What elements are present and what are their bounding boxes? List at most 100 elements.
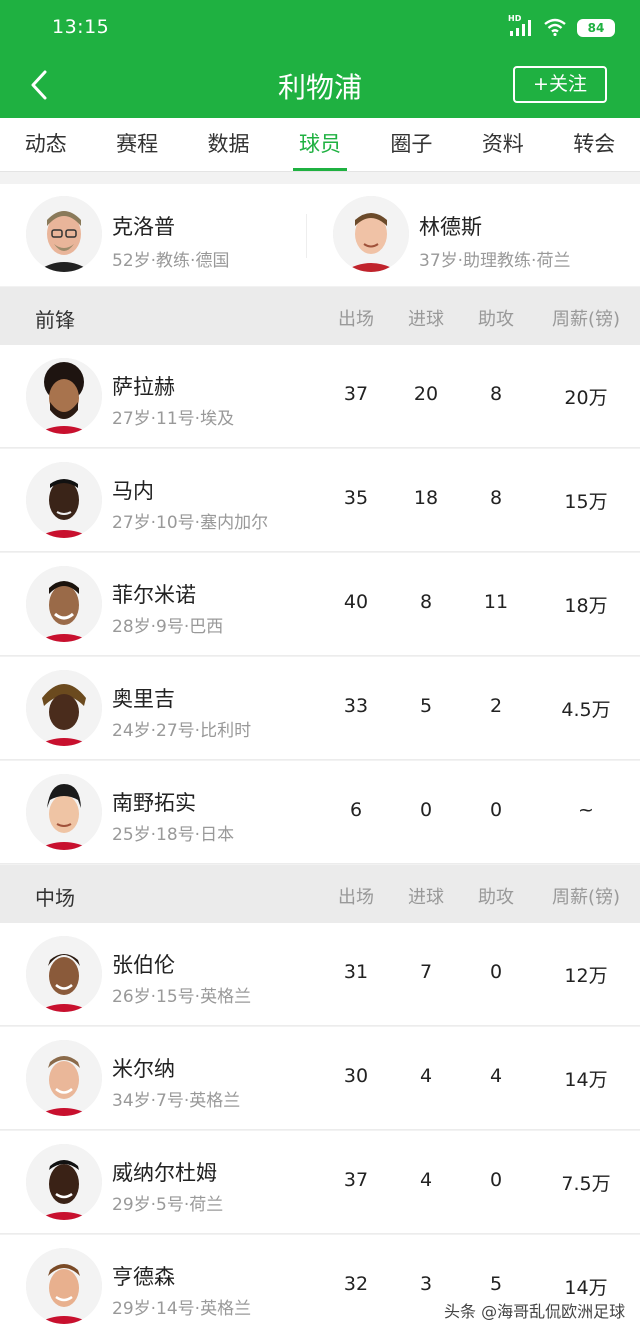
avatar (333, 196, 409, 272)
player-meta: 25岁·18号·日本 (112, 825, 235, 845)
apps-value: 37 (343, 383, 369, 405)
wage-value: 14万 (564, 1277, 608, 1299)
player-row[interactable]: 菲尔米诺 28岁·9号·巴西 40 8 11 18万 (0, 553, 640, 656)
wage-value: 4.5万 (561, 699, 611, 721)
tab-schedule[interactable]: 赛程 (91, 118, 182, 171)
goals-value: 5 (419, 695, 433, 717)
player-name: 亨德森 (112, 1265, 175, 1289)
column-assists: 助攻 (478, 887, 514, 908)
staff-meta: 37岁·助理教练·荷兰 (419, 251, 571, 271)
wage-value: 20万 (564, 387, 608, 409)
column-apps: 出场 (338, 309, 374, 330)
watermark: 头条 @海哥乱侃欧洲足球 (444, 1302, 626, 1321)
assists-value: 0 (489, 1169, 503, 1191)
apps-value: 32 (343, 1273, 369, 1295)
player-meta: 29岁·14号·英格兰 (112, 1299, 252, 1319)
player-name: 米尔纳 (112, 1057, 175, 1081)
apps-value: 33 (343, 695, 369, 717)
goals-value: 20 (413, 383, 439, 405)
player-row[interactable]: 萨拉赫 27岁·11号·埃及 37 20 8 20万 (0, 345, 640, 448)
follow-button[interactable]: +关注 (513, 66, 607, 103)
avatar (26, 670, 102, 746)
player-name: 奥里吉 (112, 687, 175, 711)
player-meta: 26岁·15号·英格兰 (112, 987, 252, 1007)
column-apps: 出场 (338, 887, 374, 908)
avatar (26, 936, 102, 1012)
avatar (26, 774, 102, 850)
assists-value: 2 (489, 695, 503, 717)
player-meta: 29岁·5号·荷兰 (112, 1195, 224, 1215)
tab-transfers[interactable]: 转会 (549, 118, 640, 171)
goals-value: 3 (419, 1273, 433, 1295)
player-meta: 27岁·11号·埃及 (112, 409, 235, 429)
player-row[interactable]: 米尔纳 34岁·7号·英格兰 30 4 4 14万 (0, 1027, 640, 1130)
player-name: 南野拓实 (112, 791, 196, 815)
wage-value: 7.5万 (561, 1173, 611, 1195)
column-wage: 周薪(镑) (551, 309, 621, 330)
apps-value: 30 (343, 1065, 369, 1087)
tab-news[interactable]: 动态 (0, 118, 91, 171)
player-meta: 28岁·9号·巴西 (112, 617, 224, 637)
player-name: 张伯伦 (112, 953, 175, 977)
tab-stats[interactable]: 数据 (183, 118, 274, 171)
player-row[interactable]: 南野拓实 25岁·18号·日本 6 0 0 ~ (0, 761, 640, 864)
player-row[interactable]: 张伯伦 26岁·15号·英格兰 31 7 0 12万 (0, 923, 640, 1026)
section-header-midfielders: 中场 出场 进球 助攻 周薪(镑) (0, 865, 640, 923)
goals-value: 0 (419, 799, 433, 821)
assists-value: 0 (489, 799, 503, 821)
goals-value: 7 (419, 961, 433, 983)
player-name: 马内 (112, 479, 154, 503)
section-title: 中场 (35, 886, 75, 910)
apps-value: 35 (343, 487, 369, 509)
section-title: 前锋 (35, 308, 75, 332)
status-bar: 13:15 HD 84 (0, 0, 640, 58)
column-wage: 周薪(镑) (551, 887, 621, 908)
wifi-icon (544, 18, 566, 36)
assists-value: 0 (489, 961, 503, 983)
player-row[interactable]: 马内 27岁·10号·塞内加尔 35 18 8 15万 (0, 449, 640, 552)
assists-value: 4 (489, 1065, 503, 1087)
player-meta: 34岁·7号·英格兰 (112, 1091, 241, 1111)
apps-value: 6 (349, 799, 363, 821)
player-meta: 27岁·10号·塞内加尔 (112, 513, 269, 533)
player-meta: 24岁·27号·比利时 (112, 721, 252, 741)
wage-value: ~ (578, 799, 594, 821)
apps-value: 37 (343, 1169, 369, 1191)
tab-bar: 动态 赛程 数据 球员 圈子 资料 转会 (0, 118, 640, 172)
assists-value: 11 (483, 591, 509, 613)
player-row[interactable]: 威纳尔杜姆 29岁·5号·荷兰 37 4 0 7.5万 (0, 1131, 640, 1234)
avatar (26, 566, 102, 642)
top-bar: 13:15 HD 84 利物浦 +关注 (0, 0, 640, 118)
avatar (26, 1040, 102, 1116)
assists-value: 5 (489, 1273, 503, 1295)
player-name: 菲尔米诺 (112, 583, 196, 607)
avatar (26, 196, 102, 272)
tab-info[interactable]: 资料 (457, 118, 548, 171)
wage-value: 14万 (564, 1069, 608, 1091)
battery-icon: 84 (577, 19, 615, 37)
tab-community[interactable]: 圈子 (366, 118, 457, 171)
goals-value: 8 (419, 591, 433, 613)
goals-value: 4 (419, 1169, 433, 1191)
goals-value: 4 (419, 1065, 433, 1087)
player-name: 威纳尔杜姆 (112, 1161, 217, 1185)
coaching-staff: 克洛普 52岁·教练·德国 林德斯 37岁·助理教练·荷兰 (0, 184, 640, 286)
column-goals: 进球 (408, 887, 444, 908)
assists-value: 8 (489, 487, 503, 509)
wage-value: 12万 (564, 965, 608, 987)
avatar (26, 462, 102, 538)
tab-players[interactable]: 球员 (274, 118, 365, 171)
column-assists: 助攻 (478, 309, 514, 330)
player-row[interactable]: 奥里吉 24岁·27号·比利时 33 5 2 4.5万 (0, 657, 640, 760)
status-time: 13:15 (52, 16, 110, 38)
apps-value: 40 (343, 591, 369, 613)
staff-card[interactable]: 克洛普 52岁·教练·德国 (0, 184, 306, 286)
staff-card[interactable]: 林德斯 37岁·助理教练·荷兰 (307, 184, 640, 286)
staff-name: 林德斯 (419, 215, 482, 239)
section-header-forwards: 前锋 出场 进球 助攻 周薪(镑) (0, 287, 640, 345)
goals-value: 18 (413, 487, 439, 509)
avatar (26, 1248, 102, 1324)
staff-meta: 52岁·教练·德国 (112, 251, 230, 271)
assists-value: 8 (489, 383, 503, 405)
column-goals: 进球 (408, 309, 444, 330)
